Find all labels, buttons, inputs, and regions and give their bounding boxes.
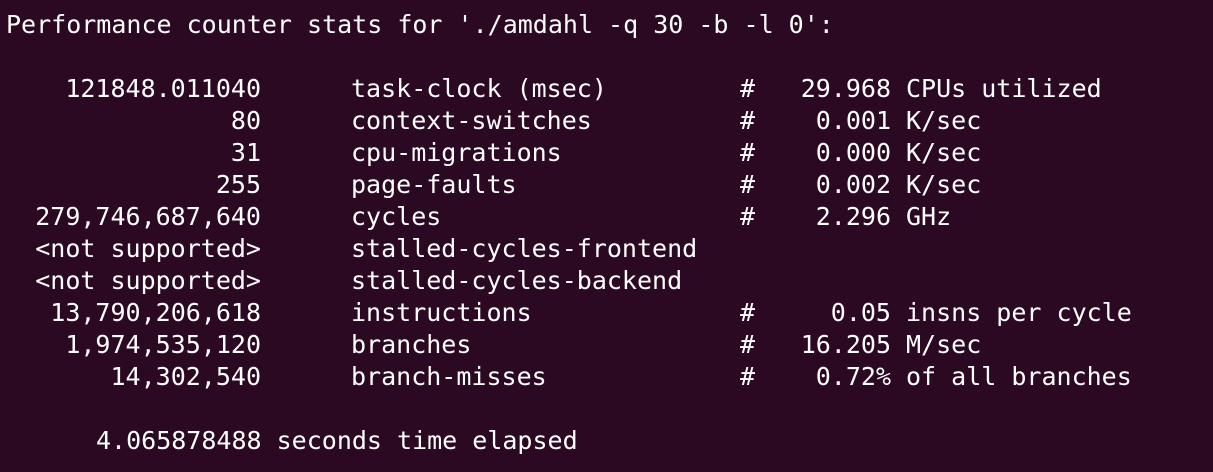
stat-metric: 0.001 <box>815 106 891 135</box>
time-elapsed-line: 4.065878488 seconds time elapsed <box>96 426 578 455</box>
stat-metric: 29.968 <box>800 74 891 103</box>
stat-unit: K/sec <box>906 170 982 199</box>
stat-value: 31 <box>230 138 261 167</box>
perf-stat-header: Performance counter stats for './amdahl … <box>6 10 834 39</box>
comment-hash: # <box>740 362 756 391</box>
stat-row-task-clock: 121848.011040 task-clock (msec) # 29.968… <box>0 73 1213 105</box>
stat-value: 121848.011040 <box>65 74 261 103</box>
stat-row-branch-misses: 14,302,540 branch-misses # 0.72% of all … <box>0 361 1213 393</box>
stat-unit: M/sec <box>906 330 982 359</box>
stat-metric: 0.72% <box>815 362 891 391</box>
comment-hash: # <box>740 106 756 135</box>
stat-value: <not supported> <box>35 234 261 263</box>
stat-value: 279,746,687,640 <box>35 202 261 231</box>
stat-event-name: cycles <box>351 202 442 231</box>
comment-hash: # <box>740 298 756 327</box>
stat-metric: 0.002 <box>815 170 891 199</box>
stat-value: 13,790,206,618 <box>50 298 261 327</box>
stat-event-name: stalled-cycles-frontend <box>351 234 698 263</box>
stat-event-name: instructions <box>351 298 532 327</box>
stat-value: 1,974,535,120 <box>65 330 261 359</box>
stat-event-name: stalled-cycles-backend <box>351 266 683 295</box>
stat-event-name: page-faults <box>351 170 517 199</box>
stat-row-stalled-cycles-frontend: <not supported> stalled-cycles-frontend <box>0 233 1213 265</box>
stat-row-context-switches: 80 context-switches # 0.001 K/sec <box>0 105 1213 137</box>
stat-row-branches: 1,974,535,120 branches # 16.205 M/sec <box>0 329 1213 361</box>
stat-event-name: cpu-migrations <box>351 138 562 167</box>
comment-hash: # <box>740 170 756 199</box>
stat-value: 255 <box>215 170 261 199</box>
stat-event-name: branch-misses <box>351 362 547 391</box>
comment-hash: # <box>740 74 756 103</box>
stat-unit: insns per cycle <box>906 298 1132 327</box>
stat-event-name: context-switches <box>351 106 592 135</box>
stat-value: 80 <box>230 106 261 135</box>
stat-unit: K/sec <box>906 138 982 167</box>
stat-row-cycles: 279,746,687,640 cycles # 2.296 GHz <box>0 201 1213 233</box>
stat-row-stalled-cycles-backend: <not supported> stalled-cycles-backend <box>0 265 1213 297</box>
stat-value: <not supported> <box>35 266 261 295</box>
stat-unit: of all branches <box>906 362 1132 391</box>
stat-metric: 0.05 <box>830 298 891 327</box>
stat-row-instructions: 13,790,206,618 instructions # 0.05 insns… <box>0 297 1213 329</box>
stat-value: 14,302,540 <box>110 362 261 391</box>
stat-unit: GHz <box>906 202 952 231</box>
comment-hash: # <box>740 138 756 167</box>
stat-event-name: task-clock (msec) <box>351 74 607 103</box>
terminal-window[interactable]: Performance counter stats for './amdahl … <box>0 0 1213 472</box>
stat-metric: 2.296 <box>815 202 891 231</box>
comment-hash: # <box>740 330 756 359</box>
stat-row-page-faults: 255 page-faults # 0.002 K/sec <box>0 169 1213 201</box>
stat-unit: CPUs utilized <box>906 74 1102 103</box>
stat-metric: 0.000 <box>815 138 891 167</box>
stat-event-name: branches <box>351 330 472 359</box>
stat-row-cpu-migrations: 31 cpu-migrations # 0.000 K/sec <box>0 137 1213 169</box>
comment-hash: # <box>740 202 756 231</box>
stat-unit: K/sec <box>906 106 982 135</box>
stat-metric: 16.205 <box>800 330 891 359</box>
